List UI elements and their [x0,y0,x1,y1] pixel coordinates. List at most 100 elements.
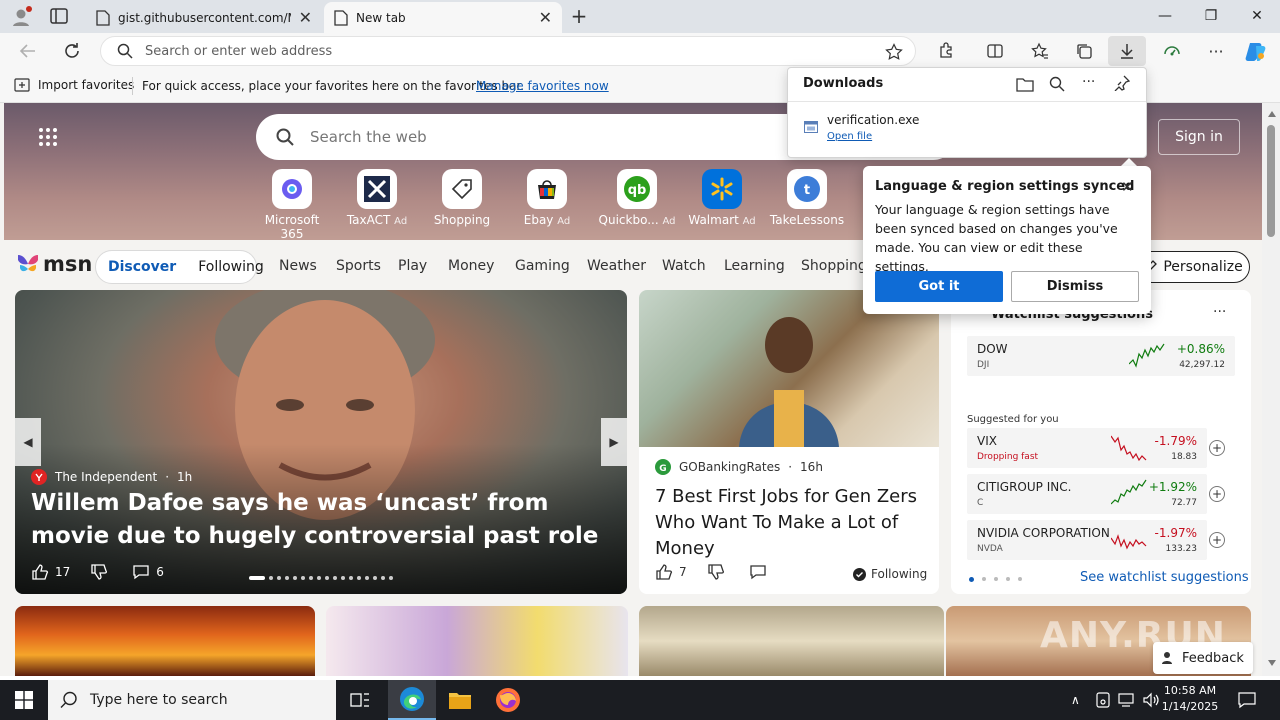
tab-following[interactable]: Following [198,259,264,275]
nav-learning[interactable]: Learning [724,258,785,274]
manage-favorites-link[interactable]: Manage favorites now [476,79,609,93]
carousel-next-button[interactable]: ▶ [601,418,627,466]
device-icon[interactable] [1096,692,1110,708]
see-watchlist-link[interactable]: See watchlist suggestions [1080,570,1249,585]
favorites-icon[interactable] [1026,38,1054,64]
volume-icon[interactable] [1142,692,1160,708]
comment-icon[interactable] [132,563,150,581]
collections-icon[interactable] [1070,38,1098,64]
story-card-fire[interactable] [15,606,315,676]
stock-row-vix[interactable]: VIX Dropping fast -1.79% 18.83 [967,428,1207,468]
address-bar[interactable]: Search or enter web address [100,36,916,66]
stock-row-nvidia[interactable]: NVIDIA CORPORATION NVDA -1.97% 133.23 [967,520,1207,560]
story-card-fashion[interactable] [326,606,628,676]
personalize-button[interactable]: Personalize [1136,251,1250,283]
add-stock-button[interactable]: + [1209,440,1225,456]
split-screen-icon[interactable] [981,38,1009,64]
close-window-button[interactable]: ✕ [1234,0,1280,32]
quick-link-takelessons[interactable]: t TakeLessons [767,169,847,227]
close-icon[interactable]: ✕ [1121,178,1134,196]
notification-icon[interactable] [1238,691,1256,709]
close-tab-icon[interactable]: ✕ [539,9,552,26]
hero-story-card[interactable]: ◀ ▶ The Independent · 1h Willem Dafoe sa… [15,290,627,594]
favorite-star-icon[interactable] [885,43,903,61]
settings-more-icon[interactable]: ··· [1202,38,1230,64]
quick-link-shopping[interactable]: Shopping [422,169,502,227]
import-favorites-button[interactable]: Import favorites [14,78,134,92]
show-hidden-icons[interactable]: ∧ [1071,693,1080,707]
story-card-food[interactable] [639,606,944,676]
download-file-name[interactable]: verification.exe [827,113,919,127]
got-it-button[interactable]: Got it [875,271,1003,302]
back-icon[interactable] [18,41,38,61]
network-icon[interactable] [1118,692,1136,708]
side-story-card[interactable]: G GOBankingRates · 16h 7 Best First Jobs… [639,290,939,594]
new-tab-button[interactable]: + [568,6,590,28]
task-view-icon[interactable] [336,680,384,720]
search-icon[interactable] [1049,76,1065,92]
side-headline[interactable]: 7 Best First Jobs for Gen Zers Who Want … [655,484,929,562]
downloads-icon[interactable] [1108,36,1146,66]
thumbs-down-icon[interactable] [90,563,108,581]
edge-taskbar-icon[interactable] [388,680,436,720]
quick-link-taxact[interactable]: TaxACT Ad [337,169,417,227]
scroll-thumb[interactable] [1267,125,1275,237]
quick-link-ebay[interactable]: Ebay Ad [507,169,587,227]
carousel-prev-button[interactable]: ◀ [15,418,41,466]
open-file-link[interactable]: Open file [827,131,872,142]
stock-row-citigroup[interactable]: CITIGROUP INC. C +1.92% 72.77 [967,474,1207,514]
quick-link-microsoft365[interactable]: Microsoft 365 [252,169,332,241]
tab-gist[interactable]: gist.githubusercontent.com/Mar ✕ [86,2,322,33]
nav-news[interactable]: News [279,258,317,274]
watchlist-more-icon[interactable]: ··· [1213,304,1226,320]
thumbs-up-icon[interactable] [655,563,673,581]
system-clock[interactable]: 10:58 AM 1/14/2025 [1160,683,1220,715]
nav-shopping[interactable]: Shopping [801,258,867,274]
story-age: 1h [177,470,193,484]
extensions-icon[interactable] [933,38,961,64]
nav-weather[interactable]: Weather [587,258,646,274]
msn-logo[interactable]: msn [16,252,92,276]
pin-icon[interactable] [1114,75,1130,91]
apps-grid-icon[interactable] [38,127,58,147]
tab-actions-icon[interactable] [50,8,68,24]
nav-gaming[interactable]: Gaming [515,258,570,274]
open-folder-icon[interactable] [1016,76,1034,92]
quick-link-quickbooks[interactable]: qb Quickbo... Ad [592,169,682,227]
following-indicator[interactable]: Following [853,567,927,581]
minimize-button[interactable]: — [1142,0,1188,32]
start-button[interactable] [0,680,48,720]
thumbs-down-icon[interactable] [707,563,725,581]
nav-watch[interactable]: Watch [662,258,706,274]
hero-headline[interactable]: Willem Dafoe says he was ‘uncast’ from m… [31,487,611,553]
refresh-icon[interactable] [62,41,82,61]
file-explorer-icon[interactable] [436,680,484,720]
nav-sports[interactable]: Sports [336,258,381,274]
scroll-down-arrow[interactable] [1268,660,1276,666]
stock-row-dow[interactable]: DOW DJI +0.86% 42,297.12 [967,336,1235,376]
stock-change: -1.97% [1154,526,1197,540]
tab-discover[interactable]: Discover [108,259,176,275]
profile-icon[interactable] [10,6,32,28]
copilot-icon[interactable] [1242,38,1270,64]
performance-icon[interactable] [1158,38,1186,64]
feedback-button[interactable]: Feedback [1153,642,1253,674]
nav-money[interactable]: Money [448,258,494,274]
add-stock-button[interactable]: + [1209,486,1225,502]
more-options-icon[interactable]: ··· [1082,74,1095,90]
nav-play[interactable]: Play [398,258,427,274]
add-stock-button[interactable]: + [1209,532,1225,548]
taskbar-search[interactable]: Type here to search [48,680,336,720]
vertical-scrollbar[interactable] [1262,103,1280,676]
thumbs-up-icon[interactable] [31,563,49,581]
scroll-up-arrow[interactable] [1268,111,1276,117]
sign-in-button[interactable]: Sign in [1158,119,1240,155]
restore-button[interactable]: ❐ [1188,0,1234,32]
comment-icon[interactable] [749,563,767,581]
close-tab-icon[interactable]: ✕ [299,9,312,26]
quick-link-walmart[interactable]: Walmart Ad [682,169,762,227]
firefox-icon[interactable] [484,680,532,720]
tab-new-tab[interactable]: New tab ✕ [324,2,562,33]
dismiss-button[interactable]: Dismiss [1011,271,1139,302]
sparkline-down [1111,534,1147,550]
